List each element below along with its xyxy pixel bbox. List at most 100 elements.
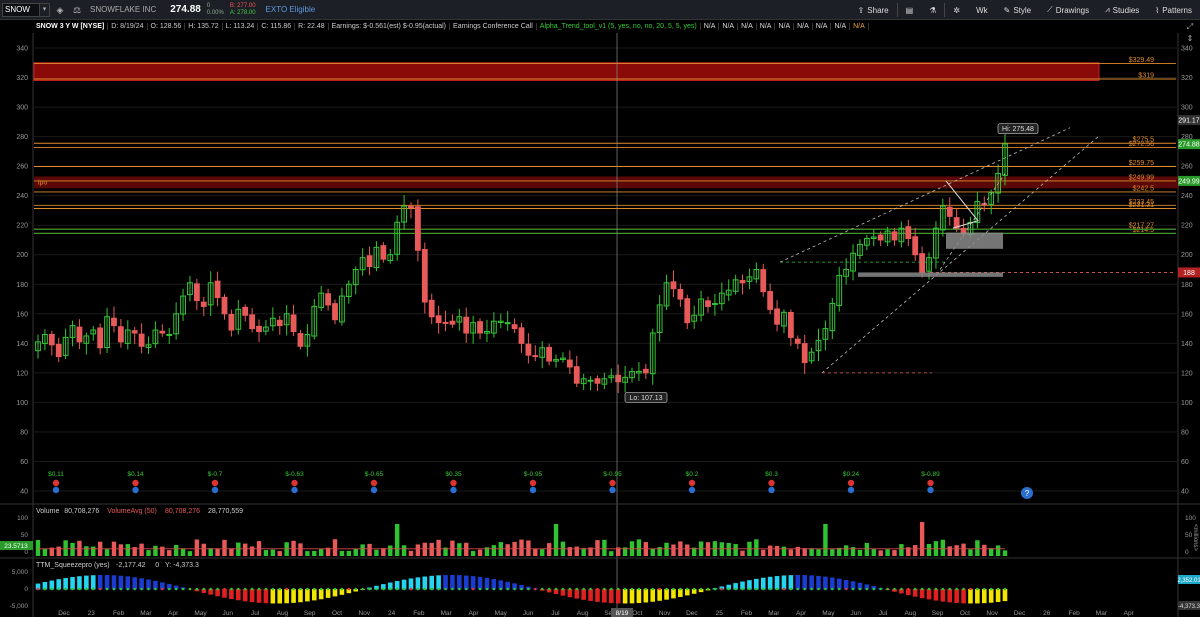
- print-button[interactable]: ▤: [898, 6, 922, 15]
- volume-bar: [519, 539, 524, 556]
- volume-header-item: Volume: [36, 508, 59, 515]
- x-tick-label: Jun: [223, 610, 234, 617]
- volume-bar: [153, 545, 158, 556]
- ttm-bar: [277, 589, 283, 604]
- candle-body: [325, 293, 332, 306]
- volume-bar: [767, 545, 773, 556]
- ttm-squeeze-dot: [347, 587, 351, 591]
- x-tick-label: Jun: [850, 610, 861, 617]
- volume-bar: [208, 548, 213, 556]
- volume-bar: [291, 540, 296, 556]
- period-button[interactable]: Wk: [968, 6, 996, 15]
- ask-price: A: 278.00: [229, 9, 256, 16]
- drawings-button[interactable]: ⟋ Drawings: [1039, 5, 1097, 15]
- share-button[interactable]: ⇪ Share: [850, 6, 897, 15]
- flask-button[interactable]: ⚗: [921, 6, 944, 15]
- top-toolbar: SNOW ▾ ◈ ⚖ SNOWFLAKE INC 274.88 0 0.00% …: [0, 0, 1200, 20]
- symbol-dropdown[interactable]: ▾: [40, 2, 50, 17]
- ttm-squeeze-dot: [257, 587, 261, 591]
- ttm-squeeze-dot: [506, 587, 509, 591]
- x-tick-label: Nov: [986, 610, 998, 617]
- volume-bar: [374, 549, 379, 556]
- volume-tick-left: 50: [21, 532, 29, 539]
- x-tick-label: Aug: [905, 610, 917, 617]
- ttm-bar: [97, 575, 103, 590]
- candle-body: [249, 314, 256, 330]
- ttm-squeeze-dot: [810, 587, 813, 591]
- price-chart[interactable]: 40 40 60 60 80 80 100 100 120 120 140 140 160 160 180 1…: [0, 33, 1200, 617]
- x-tick-label: 26: [1043, 610, 1051, 617]
- ttm-squeeze-dot: [713, 587, 717, 591]
- candle-body: [532, 355, 539, 358]
- ttm-squeeze-dot: [71, 587, 74, 591]
- volume-bar: [636, 539, 642, 556]
- volume-bar: [180, 548, 186, 556]
- patterns-icon: ⌇: [1155, 5, 1160, 15]
- y-tick-label-right: 40: [1181, 489, 1189, 496]
- x-tick-label: May: [822, 610, 835, 617]
- print-icon: ▤: [905, 5, 914, 15]
- ttm-squeeze-dot: [174, 587, 178, 591]
- volume-header-item: VolumeAvg (50): [107, 508, 157, 515]
- ipo-zone: [34, 176, 1179, 189]
- volume-bar: [526, 540, 531, 556]
- compare-icon[interactable]: ⚖: [70, 3, 84, 17]
- study-label[interactable]: Alpha_Trend_tool_v1 (5, yes, no, no, 20,…: [537, 23, 701, 30]
- ttm-squeeze-dot: [803, 587, 806, 591]
- earnings-dot: [211, 479, 219, 487]
- ttm-bar: [325, 589, 331, 598]
- volume-bar: [298, 543, 303, 556]
- ttm-squeeze-dot: [637, 587, 641, 591]
- symbol-input[interactable]: SNOW: [2, 2, 40, 17]
- link-icon[interactable]: ◈: [53, 3, 67, 17]
- flask-icon: ⚗: [929, 5, 937, 15]
- earnings-dot: [609, 479, 616, 487]
- expand-icon[interactable]: ⤢: [1184, 22, 1196, 32]
- ttm-bar: [643, 589, 649, 603]
- ttm-bar: [111, 575, 117, 590]
- ttm-squeeze-dot: [623, 587, 627, 591]
- volume-bar: [982, 544, 987, 556]
- volume-bar: [429, 542, 434, 556]
- ttm-bar: [795, 575, 801, 590]
- chart-title[interactable]: SNOW 3 Y W [NYSE]: [33, 23, 109, 30]
- ttm-squeeze-dot: [934, 587, 938, 591]
- y-tick-label-left: 120: [16, 370, 28, 377]
- y-tick-label-right: 260: [1181, 164, 1193, 171]
- ttm-squeeze-dot: [886, 587, 889, 591]
- ttm-bar: [816, 575, 821, 590]
- exto-eligible-badge[interactable]: EXTO Eligible: [266, 5, 316, 14]
- y-tick-label-left: 40: [20, 489, 28, 496]
- ttm-squeeze-dot: [319, 587, 323, 591]
- y-tick-label-right: 60: [1181, 459, 1189, 466]
- earnings-blue-dot: [688, 486, 696, 494]
- earnings-value: $0.3: [765, 471, 778, 478]
- volume-bar: [167, 550, 172, 556]
- studies-button[interactable]: ⩘ Studies: [1097, 5, 1147, 15]
- volume-bar: [118, 544, 124, 556]
- volume-bar: [381, 548, 386, 556]
- ttm-header-item: TTM_Squeezepro (yes): [36, 562, 110, 569]
- volume-bar: [277, 551, 282, 556]
- ttm-bar: [961, 589, 966, 604]
- ttm-squeeze-dot: [858, 587, 862, 591]
- ttm-bar: [457, 575, 462, 590]
- ttm-squeeze-dot: [520, 587, 523, 591]
- ttm-squeeze-dot: [996, 587, 1000, 591]
- ttm-bar: [595, 589, 600, 602]
- candle-body: [256, 325, 262, 333]
- ttm-squeeze-dot: [209, 587, 212, 591]
- candle-body: [159, 330, 166, 334]
- ttm-bar: [781, 575, 787, 590]
- style-button[interactable]: ✎ Style: [996, 6, 1040, 15]
- earnings-value: $0.14: [127, 471, 144, 478]
- ttm-squeeze-dot: [423, 587, 427, 591]
- y-tick-label-right: 320: [1181, 75, 1193, 82]
- ttm-squeeze-dot: [527, 587, 530, 591]
- candle-body: [214, 280, 221, 299]
- patterns-button[interactable]: ⌇ Patterns: [1147, 6, 1200, 15]
- ttm-squeeze-dot: [796, 587, 800, 591]
- candle-body: [912, 236, 919, 256]
- settings-button[interactable]: ✲: [945, 6, 968, 15]
- candle-body: [774, 308, 780, 325]
